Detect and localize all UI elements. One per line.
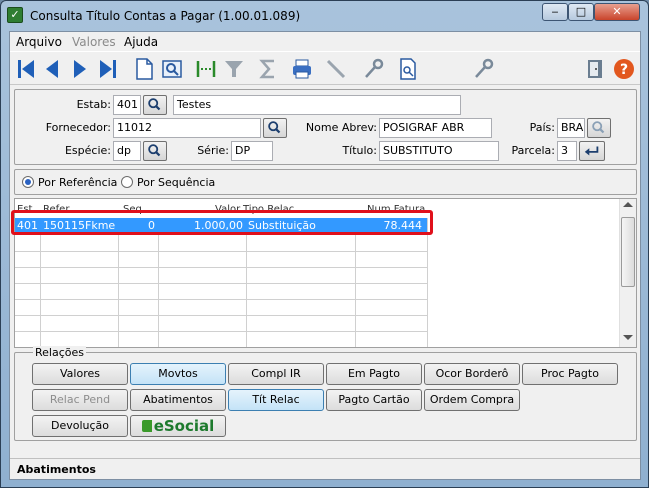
enter-button[interactable]: [579, 141, 605, 161]
exit-door-icon[interactable]: [584, 57, 608, 81]
nome-abrev-label: Nome Abrev:: [305, 121, 377, 134]
por-referencia-label[interactable]: Por Referência: [38, 176, 117, 189]
title-bar: ✓ Consulta Título Contas a Pagar (1.00.0…: [1, 1, 648, 31]
grid-row-divider: [15, 299, 427, 300]
menu-bar: Arquivo Valores Ajuda: [10, 32, 640, 51]
fornecedor-field[interactable]: 11012: [113, 118, 261, 138]
help-icon[interactable]: ?: [612, 57, 636, 81]
em-pagto-button[interactable]: Em Pagto: [326, 363, 422, 385]
especie-field[interactable]: dp: [113, 141, 141, 161]
grid-column-divider: [427, 218, 428, 347]
valores-button[interactable]: Valores: [32, 363, 128, 385]
selection-highlight: [11, 210, 433, 235]
nome-abrev-field[interactable]: POSIGRAF ABR: [379, 118, 492, 138]
grid-row-divider: [15, 331, 427, 332]
relacoes-label: Relações: [33, 346, 86, 359]
por-referencia-radio[interactable]: [22, 176, 34, 188]
order-panel: Por Referência Por Sequência: [14, 169, 637, 195]
minimize-button[interactable]: ‒: [542, 3, 568, 21]
key-icon[interactable]: [472, 57, 496, 81]
estab-label: Estab:: [76, 98, 111, 111]
previous-record-icon[interactable]: [40, 57, 64, 81]
parcela-label: Parcela:: [511, 144, 555, 157]
tit-relac-button[interactable]: Tít Relac: [228, 389, 324, 411]
especie-label: Espécie:: [64, 144, 111, 157]
first-record-icon[interactable]: [14, 57, 38, 81]
pagto-cartao-button[interactable]: Pagto Cartão: [326, 389, 422, 411]
esocial-label: eSocial: [153, 417, 215, 435]
esocial-button[interactable]: eSocial: [130, 415, 226, 437]
fornecedor-label: Fornecedor:: [45, 121, 111, 134]
filter-icon[interactable]: [222, 57, 246, 81]
header-panel: Estab: 401 Testes Fornecedor: 11012 Nome…: [14, 89, 637, 165]
estab-field[interactable]: 401: [113, 95, 141, 115]
last-record-icon[interactable]: [96, 57, 120, 81]
pais-field[interactable]: BRA: [557, 118, 585, 138]
ocor-bordero-button[interactable]: Ocor Borderô: [424, 363, 520, 385]
menu-valores[interactable]: Valores: [72, 35, 116, 49]
grid-row-divider: [15, 251, 427, 252]
ordem-compra-button[interactable]: Ordem Compra: [424, 389, 520, 411]
client-area: Arquivo Valores Ajuda ? Estab: 401 Teste…: [9, 31, 641, 480]
estab-lookup-button[interactable]: [143, 95, 167, 115]
abatimentos-button[interactable]: Abatimentos: [130, 389, 226, 411]
maximize-button[interactable]: □: [568, 3, 594, 21]
titulo-field[interactable]: SUBSTITUTO: [379, 141, 499, 161]
main-window: ✓ Consulta Título Contas a Pagar (1.00.0…: [0, 0, 649, 488]
relac-pend-button[interactable]: Relac Pend: [32, 389, 128, 411]
window-title: Consulta Título Contas a Pagar (1.00.01.…: [30, 9, 301, 23]
estab-name-field: Testes: [173, 95, 461, 115]
serie-field[interactable]: DP: [231, 141, 273, 161]
por-sequencia-radio[interactable]: [121, 176, 133, 188]
grid-row-divider: [15, 267, 427, 268]
por-sequencia-label[interactable]: Por Sequência: [137, 176, 215, 189]
grid-scrollbar[interactable]: [619, 199, 636, 347]
app-icon: ✓: [7, 7, 23, 23]
search-document-icon[interactable]: [396, 57, 420, 81]
serie-label: Série:: [197, 144, 229, 157]
movtos-button[interactable]: Movtos: [130, 363, 226, 385]
goto-icon[interactable]: [194, 57, 218, 81]
pais-lookup-button[interactable]: [587, 118, 611, 138]
next-record-icon[interactable]: [68, 57, 92, 81]
zoom-document-icon[interactable]: [160, 57, 184, 81]
parcela-field[interactable]: 3: [557, 141, 577, 161]
scroll-thumb[interactable]: [621, 217, 635, 287]
fornecedor-lookup-button[interactable]: [263, 118, 287, 138]
devolucao-button[interactable]: Devolução: [32, 415, 128, 437]
status-bar: Abatimentos: [10, 458, 640, 479]
grid-row-divider: [15, 315, 427, 316]
compl-ir-button[interactable]: Compl IR: [228, 363, 324, 385]
relacoes-panel: Relações Valores Movtos Compl IR Em Pagt…: [14, 346, 637, 441]
esocial-logo-icon: [141, 420, 152, 432]
new-document-icon[interactable]: [132, 57, 156, 81]
svg-text:?: ?: [620, 62, 628, 78]
key-icon[interactable]: [362, 57, 386, 81]
pais-label: País:: [529, 121, 555, 134]
scroll-down-icon[interactable]: [623, 335, 633, 340]
print-icon[interactable]: [290, 57, 314, 81]
toolbar: ?: [10, 51, 640, 85]
scroll-up-icon[interactable]: [623, 202, 633, 207]
close-button[interactable]: ✕: [594, 3, 640, 21]
especie-lookup-button[interactable]: [143, 141, 167, 161]
menu-arquivo[interactable]: Arquivo: [16, 35, 62, 49]
grid-row-divider: [15, 283, 427, 284]
menu-ajuda[interactable]: Ajuda: [124, 35, 158, 49]
titulo-label: Título:: [342, 144, 377, 157]
sum-icon[interactable]: [256, 57, 280, 81]
proc-pagto-button[interactable]: Proc Pagto: [522, 363, 618, 385]
pen-icon[interactable]: [324, 57, 348, 81]
